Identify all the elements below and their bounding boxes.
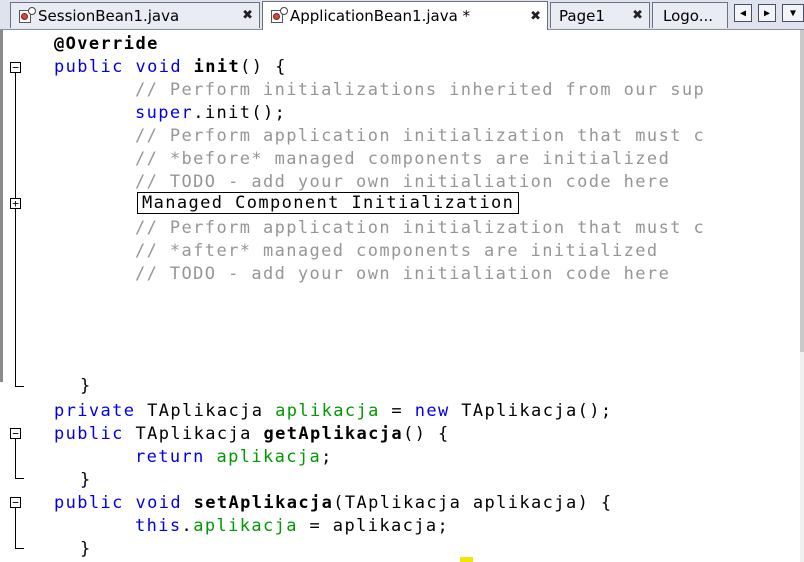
- tab-applicationbean1[interactable]: ApplicationBean1.java * ✖: [262, 1, 548, 30]
- editor-left-gutter-bar: [0, 30, 3, 382]
- code-line-super-init: super.init();: [135, 102, 286, 125]
- tab-label: Logo...: [663, 6, 714, 25]
- fold-guide-end: [15, 478, 24, 479]
- fold-collapse-icon[interactable]: −: [10, 428, 21, 439]
- keyword: new: [414, 401, 462, 421]
- collapsed-code-block[interactable]: Managed Component Initialization: [137, 192, 520, 214]
- code-text: () {: [403, 424, 450, 444]
- keyword: public void: [54, 57, 194, 77]
- code-text: .init();: [193, 103, 287, 123]
- arrow-left-icon: ◀: [739, 7, 747, 19]
- code-line-closing-brace: }: [80, 470, 92, 490]
- annotation: @Override: [54, 34, 159, 54]
- code-text: .: [181, 516, 194, 536]
- tab-list-menu-button[interactable]: ▼: [782, 4, 804, 22]
- code-line-comment: // Perform application initialization th…: [135, 218, 706, 238]
- code-editor[interactable]: [0, 30, 804, 562]
- scrollbar-thumb[interactable]: [800, 30, 804, 352]
- close-tab-icon[interactable]: ✖: [242, 8, 253, 23]
- java-bean-file-icon: [271, 7, 288, 24]
- code-text: = aplikacja;: [297, 516, 450, 536]
- code-text: () {: [240, 57, 287, 77]
- code-line-closing-brace: }: [80, 539, 92, 559]
- code-line-setter-declaration: public void setAplikacja(TAplikacja apli…: [54, 492, 613, 515]
- close-tab-icon[interactable]: ✖: [632, 8, 643, 23]
- arrow-right-icon: ▶: [763, 7, 771, 19]
- fold-guide-line: [15, 508, 16, 548]
- java-bean-file-icon: [19, 6, 36, 24]
- keyword: return: [135, 447, 217, 467]
- fold-guide-line: [15, 439, 16, 478]
- fold-expand-icon[interactable]: +: [10, 198, 21, 209]
- fold-guide-end: [15, 548, 24, 549]
- code-text: (TAplikacja aplikacja) {: [333, 493, 613, 513]
- code-line-collapsed-fold[interactable]: Managed Component Initialization: [137, 192, 520, 215]
- keyword: this: [135, 516, 182, 536]
- keyword: public void: [54, 493, 194, 513]
- keyword: public: [54, 424, 136, 444]
- method-name: setAplikacja: [193, 493, 334, 513]
- text-caret-highlight: [460, 557, 473, 562]
- tab-logo[interactable]: Logo...: [652, 2, 728, 28]
- code-line-assignment: this.aplikacja = aplikacja;: [135, 515, 449, 538]
- code-line-comment: // TODO - add your own initialiation cod…: [135, 264, 671, 284]
- fold-guide-end: [15, 386, 24, 387]
- chevron-down-icon: ▼: [789, 7, 797, 19]
- code-text: ;: [321, 447, 333, 467]
- code-line-getter-declaration: public TAplikacja getAplikacja() {: [54, 423, 450, 446]
- code-line-comment: // *after* managed components are initia…: [135, 241, 659, 261]
- fold-guide-line: [15, 73, 16, 386]
- method-name: getAplikacja: [263, 424, 404, 444]
- field-name: aplikacja: [275, 401, 380, 421]
- tab-sessionbean1[interactable]: SessionBean1.java ✖: [10, 2, 260, 28]
- close-tab-icon[interactable]: ✖: [530, 9, 541, 24]
- code-line-comment: // Perform initializations inherited fro…: [135, 80, 706, 100]
- code-line-comment: // TODO - add your own initialiation cod…: [135, 172, 671, 192]
- field-name: aplikacja: [193, 516, 298, 536]
- fold-collapse-icon[interactable]: −: [10, 62, 21, 73]
- scroll-tabs-left-button[interactable]: ◀: [734, 4, 752, 22]
- keyword: super: [135, 103, 194, 123]
- code-line-init-declaration: public void init() {: [54, 56, 287, 79]
- type-name: TAplikacja: [135, 424, 264, 444]
- code-line-comment: // Perform application initialization th…: [135, 126, 706, 146]
- fold-collapse-icon[interactable]: −: [10, 497, 21, 508]
- method-name: init: [193, 57, 241, 77]
- code-text: =: [379, 401, 415, 421]
- editor-tab-bar: SessionBean1.java ✖ ApplicationBean1.jav…: [0, 0, 804, 30]
- scroll-tabs-right-button[interactable]: ▶: [758, 4, 776, 22]
- tab-page1[interactable]: Page1 ✖: [550, 2, 650, 28]
- tab-label: Page1: [559, 6, 605, 25]
- code-line-return: return aplikacja;: [135, 446, 333, 469]
- tab-label: SessionBean1.java: [38, 6, 180, 25]
- field-name: aplikacja: [216, 447, 322, 467]
- code-text: TAplikacja();: [461, 401, 613, 421]
- code-line-override: @Override: [54, 33, 159, 56]
- tab-label: ApplicationBean1.java *: [290, 7, 471, 25]
- type-name: TAplikacja: [147, 401, 276, 421]
- code-line-field-declaration: private TAplikacja aplikacja = new TApli…: [54, 400, 613, 423]
- keyword: private: [54, 401, 148, 421]
- code-line-closing-brace: }: [80, 376, 92, 396]
- code-line-comment: // *before* managed components are initi…: [135, 149, 671, 169]
